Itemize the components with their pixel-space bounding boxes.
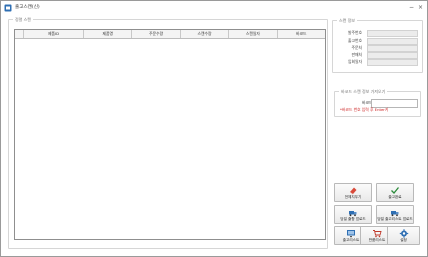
column-header[interactable]: 바코드 (278, 30, 325, 38)
column-header[interactable]: 스캔수량 (181, 30, 230, 38)
monitor-icon (347, 230, 355, 238)
info-row-order-no: 발주번호 (337, 30, 419, 37)
info-row-date: 입회일자 (337, 59, 419, 66)
check-icon (391, 187, 400, 194)
info-value (367, 59, 418, 66)
info-value (367, 52, 418, 59)
upload-detail-button[interactable]: 당일 출고리스트 업로드 (376, 205, 414, 224)
app-window: 출고스캔(신) − × 정렬 스캔 제품ID 제품명 주문수량 스캔수량 스캔일… (0, 0, 428, 257)
info-group-legend: 스캔 정보 (339, 18, 355, 23)
barcode-group-legend: 바코드 스캔 정보 가져오기 (341, 89, 386, 94)
column-header[interactable]: 제품ID (24, 30, 85, 38)
truck-upload-icon (349, 211, 357, 217)
gear-icon (399, 229, 408, 238)
close-button[interactable]: × (417, 3, 424, 12)
info-label: 발주번호 (348, 30, 362, 35)
scan-group-legend: 정렬 스캔 (15, 17, 31, 22)
info-row-ship-no: 출고번호 (337, 38, 419, 45)
info-value (367, 38, 418, 45)
info-label: 입회일자 (348, 59, 362, 64)
complete-button[interactable]: 출고완료 (376, 183, 414, 202)
info-value (367, 30, 418, 37)
barcode-hint: *바코드 번호 입력 후 Enter키 (340, 107, 389, 112)
settings-button[interactable]: 설정 (387, 226, 420, 245)
clear-all-label: 전체지우기 (344, 195, 362, 199)
window-title: 출고스캔(신) (15, 5, 40, 10)
truck-list-icon (391, 211, 399, 217)
eraser-icon (350, 187, 357, 195)
column-header[interactable]: 주문수량 (132, 30, 181, 38)
cart-return-icon (373, 230, 382, 238)
minimize-button[interactable]: − (408, 3, 415, 12)
settings-label: 설정 (400, 238, 407, 242)
row-header-corner (15, 30, 24, 38)
info-row-customer: 주문처 (337, 45, 419, 52)
upload-status-button[interactable]: 당일 출항 업로드 (334, 205, 372, 224)
upload-status-label: 당일 출항 업로드 (340, 217, 366, 221)
column-header[interactable]: 제품명 (84, 30, 133, 38)
title-bar: 출고스캔(신) − × (1, 1, 427, 15)
upload-detail-label: 당일 출고리스트 업로드 (377, 217, 413, 221)
info-row-seller: 판매처 (337, 52, 419, 59)
info-value (367, 45, 418, 52)
info-label: 출고번호 (348, 38, 362, 43)
app-icon (4, 4, 12, 12)
scan-grid[interactable]: 제품ID 제품명 주문수량 스캔수량 스캔일자 바코드 (14, 29, 326, 240)
complete-label: 출고완료 (388, 195, 402, 199)
info-label: 판매처 (351, 52, 362, 57)
info-label: 주문처 (351, 45, 362, 50)
clear-all-button[interactable]: 전체지우기 (334, 183, 372, 202)
column-header[interactable]: 스캔일자 (229, 30, 278, 38)
grid-header: 제품ID 제품명 주문수량 스캔수량 스캔일자 바코드 (15, 30, 325, 39)
